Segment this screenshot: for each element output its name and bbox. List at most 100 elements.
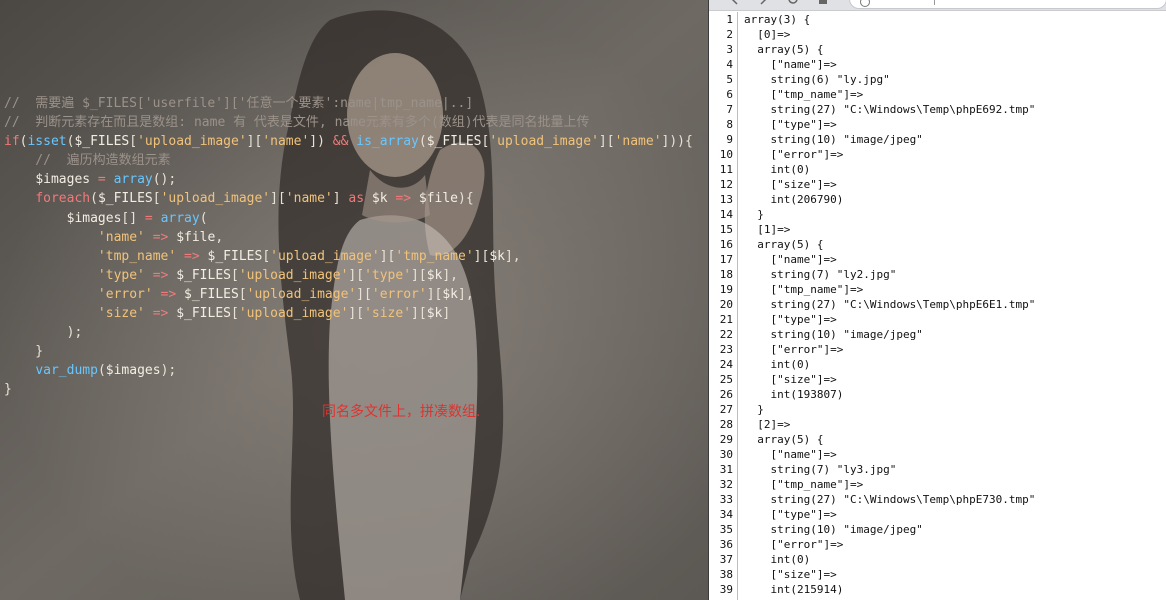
code-token: 'name' xyxy=(614,134,662,150)
code-token: = xyxy=(90,172,114,188)
code-line: ); xyxy=(4,323,693,342)
output-line: int(193807) xyxy=(744,388,844,401)
code-token: 'upload_image' xyxy=(137,134,247,150)
code-token: 'name' xyxy=(285,191,333,207)
code-line: foreach($_FILES['upload_image']['name'] … xyxy=(4,189,693,208)
browser-toolbar xyxy=(709,0,1166,11)
code-token: 'error' xyxy=(371,286,427,302)
code-token: ], xyxy=(504,248,521,264)
code-token: 'name' xyxy=(262,134,310,150)
code-token: [ xyxy=(152,191,161,207)
output-line: ["size"]=> xyxy=(744,568,837,581)
code-line: 'name' => $file, xyxy=(4,228,693,247)
code-token: $_FILES xyxy=(97,191,153,207)
code-token: 'upload_image' xyxy=(246,286,357,302)
code-line: } xyxy=(4,380,693,399)
code-token: array xyxy=(113,172,153,188)
code-token: 'size' xyxy=(364,306,412,322)
code-token: ][ xyxy=(426,286,443,302)
code-token: => xyxy=(144,306,177,322)
code-line: // 判断元素存在而且是数组: name 有 代表是文件, name元素有多个(… xyxy=(4,113,693,132)
code-token: ); xyxy=(4,325,83,341)
code-token: $k xyxy=(442,286,458,302)
line-number-gutter: 1 2 3 4 5 6 7 8 9 10 11 12 13 14 15 16 17 18 19 20 21 22 23 24 2… xyxy=(709,12,738,600)
reload-icon[interactable] xyxy=(787,0,799,5)
code-token: if xyxy=(4,134,20,150)
line-number: 19 xyxy=(719,283,733,296)
code-token: ] xyxy=(332,191,349,207)
output-line: string(7) "ly2.jpg" xyxy=(744,268,897,281)
output-line: ["type"]=> xyxy=(744,313,837,326)
code-token: $k xyxy=(426,306,443,322)
code-token: ][ xyxy=(348,306,365,322)
var-dump-output[interactable]: 1 2 3 4 5 6 7 8 9 10 11 12 13 14 15 16 17 18 19 20 21 22 23 24 2… xyxy=(709,11,1166,600)
code-token: $k xyxy=(371,191,388,207)
code-token: [ xyxy=(231,306,239,322)
line-number: 29 xyxy=(719,433,733,446)
site-info-icon[interactable] xyxy=(860,0,870,7)
code-token: ][ xyxy=(411,267,427,283)
output-line: string(10) "image/jpeg" xyxy=(744,523,923,536)
line-number: 7 xyxy=(726,103,733,116)
code-token: => xyxy=(176,248,208,264)
line-number: 4 xyxy=(726,58,733,71)
code-token: 'upload_image' xyxy=(160,191,271,207)
line-number: 38 xyxy=(719,568,733,581)
page-icon[interactable] xyxy=(817,0,829,5)
code-token: ( xyxy=(90,191,98,207)
line-number: 22 xyxy=(719,328,733,341)
code-editor-pane[interactable]: // 需要遍 $_FILES['userfile']['任意一个要素':name… xyxy=(0,0,708,600)
code-token: 'type' xyxy=(97,267,145,283)
code-token: var_dump xyxy=(35,363,98,379)
screenshot-root: // 需要遍 $_FILES['userfile']['任意一个要素':name… xyxy=(0,0,1166,600)
line-number: 30 xyxy=(719,448,733,461)
code-block[interactable]: // 需要遍 $_FILES['userfile']['任意一个要素':name… xyxy=(4,94,693,400)
output-line: int(215914) xyxy=(744,583,844,596)
line-number: 27 xyxy=(719,403,733,416)
line-number: 33 xyxy=(719,493,733,506)
code-token: $_FILES xyxy=(184,286,239,302)
annotation-caption: 同名多文件上，拼凑数组. xyxy=(322,404,481,420)
code-line: 'type' => $_FILES['upload_image']['type'… xyxy=(4,266,693,285)
code-line: $images = array(); xyxy=(4,170,693,189)
code-token: ], xyxy=(442,267,458,283)
forward-icon[interactable] xyxy=(757,0,769,5)
code-token: ][ xyxy=(598,134,615,150)
code-token: $file xyxy=(418,191,459,207)
output-text[interactable]: array(3) { [0]=> array(5) { ["name"]=> s… xyxy=(744,12,1035,597)
code-token: // 遍历构造数组元素 xyxy=(4,153,171,169)
code-token: 'upload_image' xyxy=(238,267,349,283)
back-icon[interactable] xyxy=(729,0,741,5)
code-token: ][ xyxy=(379,248,396,264)
code-token: && xyxy=(332,134,349,150)
line-number: 11 xyxy=(719,163,733,176)
output-line: string(27) "C:\Windows\Temp\phpE692.tmp" xyxy=(744,103,1036,116)
code-token: is_array xyxy=(356,134,419,150)
code-token: $images xyxy=(105,363,161,379)
output-line: ["type"]=> xyxy=(744,118,837,131)
code-token: [] xyxy=(121,210,145,226)
output-line: } xyxy=(744,208,764,221)
code-token: ( xyxy=(418,134,427,150)
line-number: 28 xyxy=(719,418,733,431)
line-number: 36 xyxy=(719,538,733,551)
line-number: 8 xyxy=(726,118,733,131)
line-number: 21 xyxy=(719,313,733,326)
code-token: 'upload_image' xyxy=(270,248,380,264)
output-line: [2]=> xyxy=(744,418,791,431)
output-line: ["type"]=> xyxy=(744,508,837,521)
code-token: $k xyxy=(489,248,505,264)
line-number: 31 xyxy=(719,463,733,476)
output-line: array(3) { xyxy=(744,13,811,26)
code-token: [ xyxy=(129,134,138,150)
code-token: 'type' xyxy=(364,267,412,283)
line-number: 1 xyxy=(726,13,733,26)
code-token: $_FILES xyxy=(426,134,482,150)
address-bar[interactable] xyxy=(849,0,1166,9)
code-token: $images xyxy=(35,172,91,188)
